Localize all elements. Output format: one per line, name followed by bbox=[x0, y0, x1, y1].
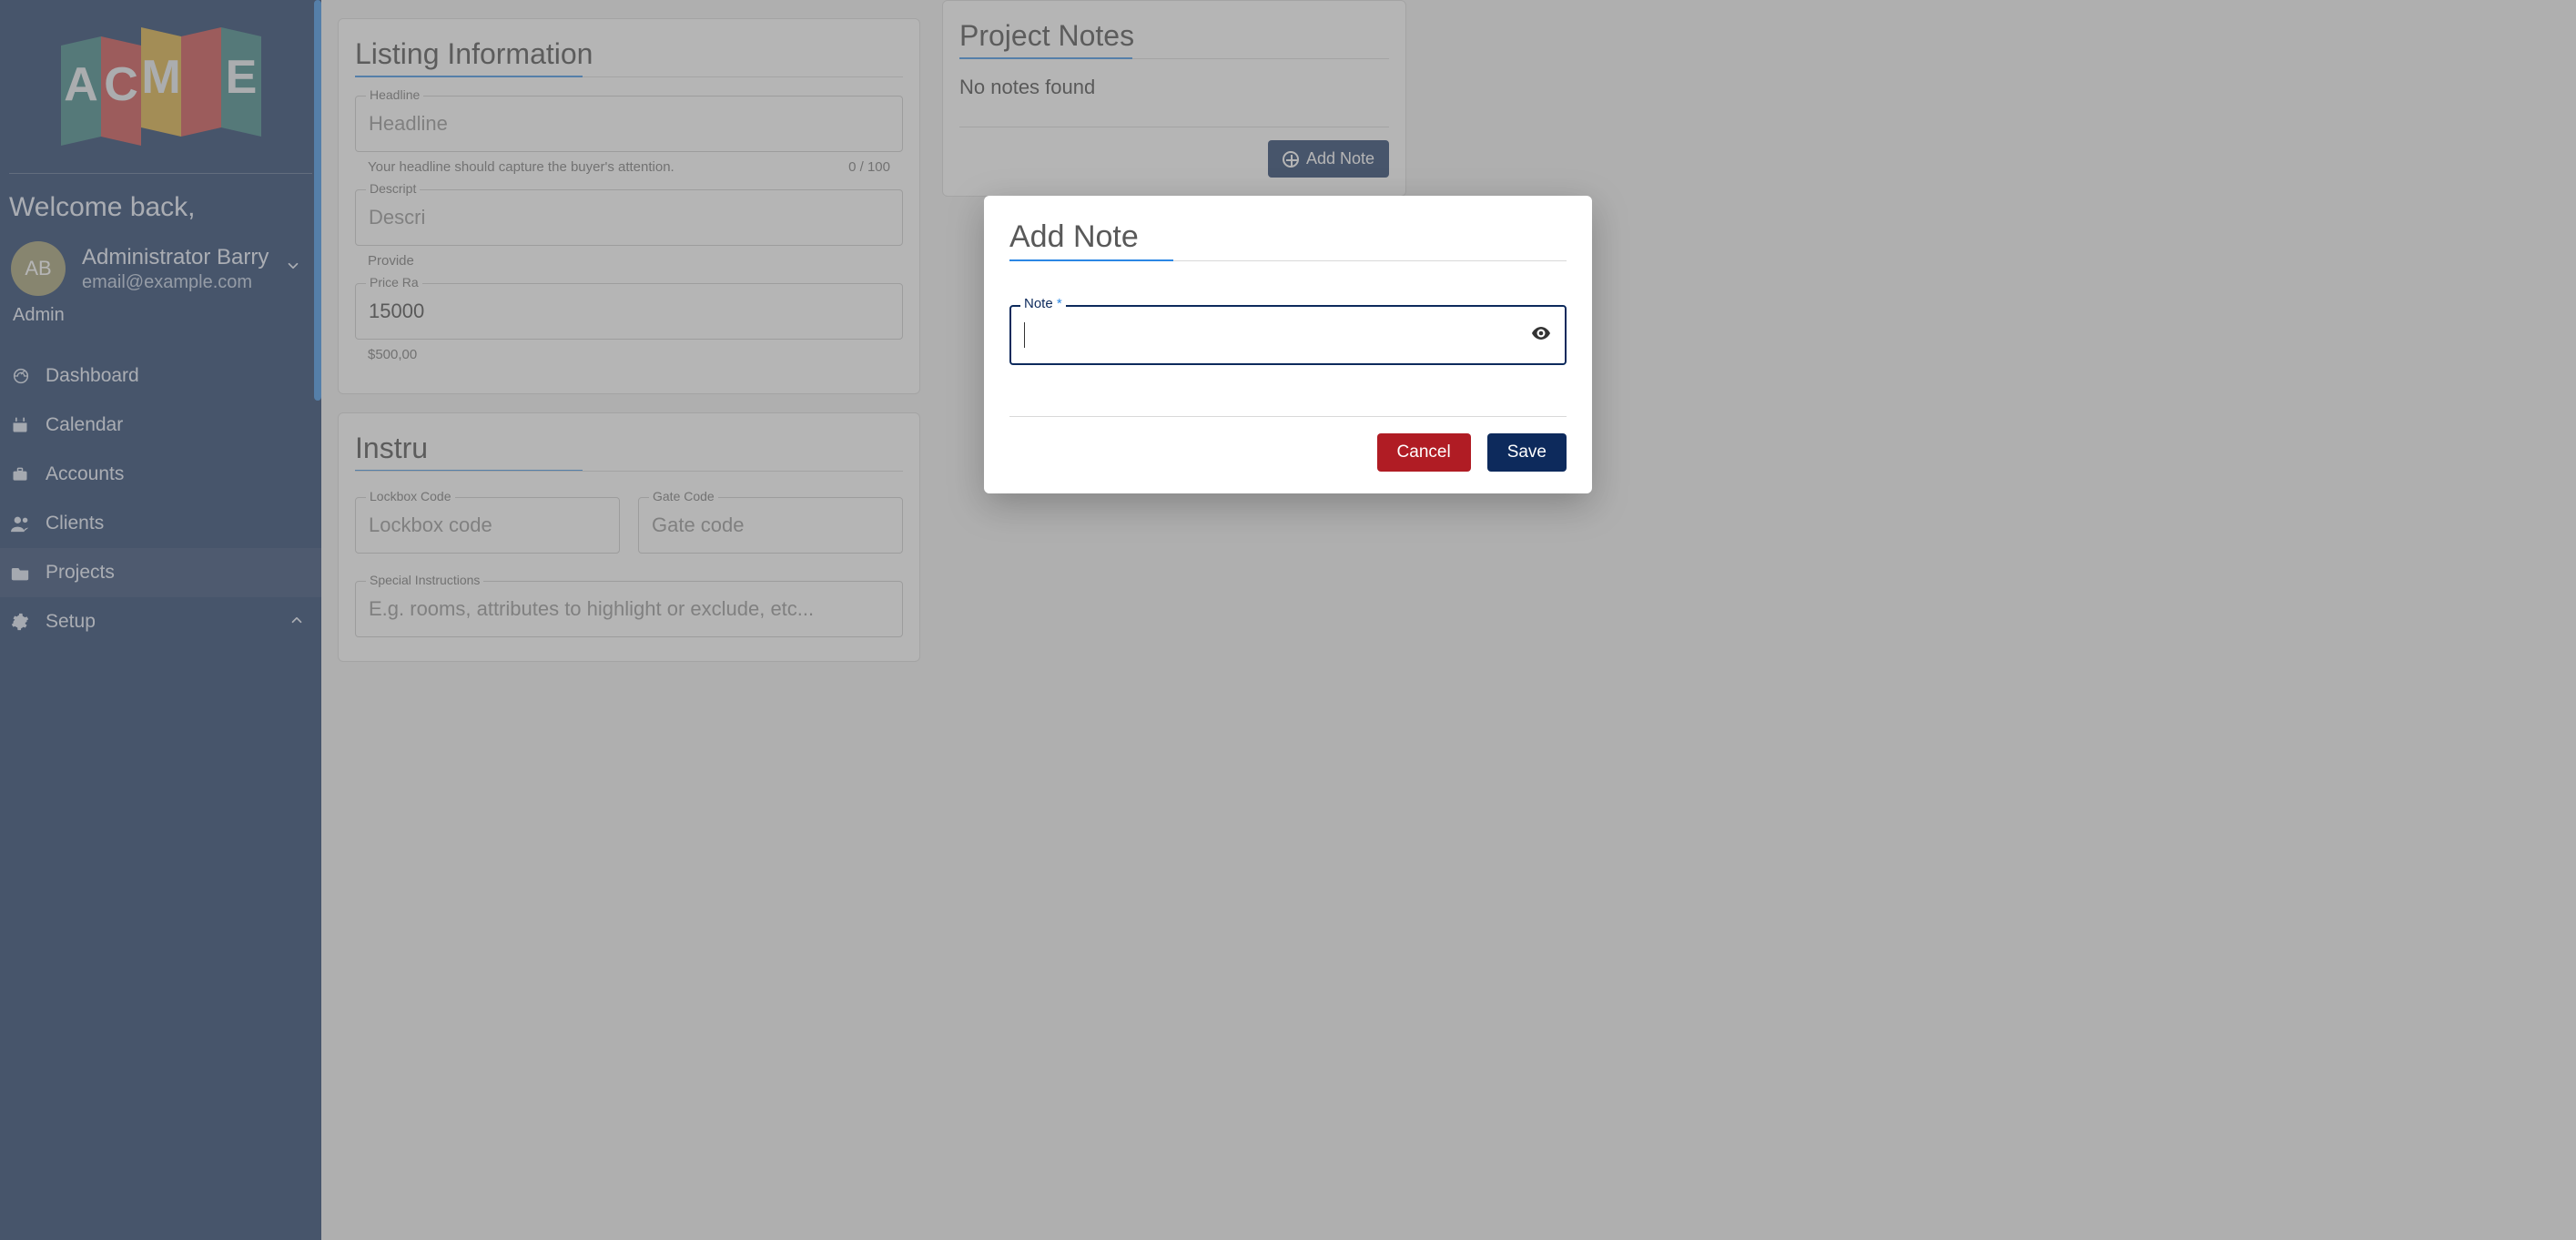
note-required-mark: * bbox=[1057, 296, 1062, 311]
dialog-title: Add Note bbox=[1009, 219, 1567, 261]
note-input[interactable] bbox=[1029, 307, 1530, 363]
text-caret bbox=[1024, 322, 1025, 348]
eye-icon[interactable] bbox=[1530, 322, 1552, 349]
cancel-button[interactable]: Cancel bbox=[1377, 433, 1471, 472]
note-input-outline bbox=[1009, 305, 1567, 365]
note-label: Note bbox=[1024, 296, 1053, 311]
app-root: A C M E Welcome back, AB Administrator B… bbox=[0, 0, 2576, 1240]
note-field: Note * bbox=[1009, 305, 1567, 365]
modal-overlay[interactable]: Add Note Note * bbox=[0, 0, 2576, 1240]
save-button[interactable]: Save bbox=[1487, 433, 1567, 472]
add-note-dialog: Add Note Note * bbox=[984, 196, 1592, 493]
note-label-wrap: Note * bbox=[1020, 296, 1066, 311]
dialog-actions: Cancel Save bbox=[1009, 416, 1567, 472]
